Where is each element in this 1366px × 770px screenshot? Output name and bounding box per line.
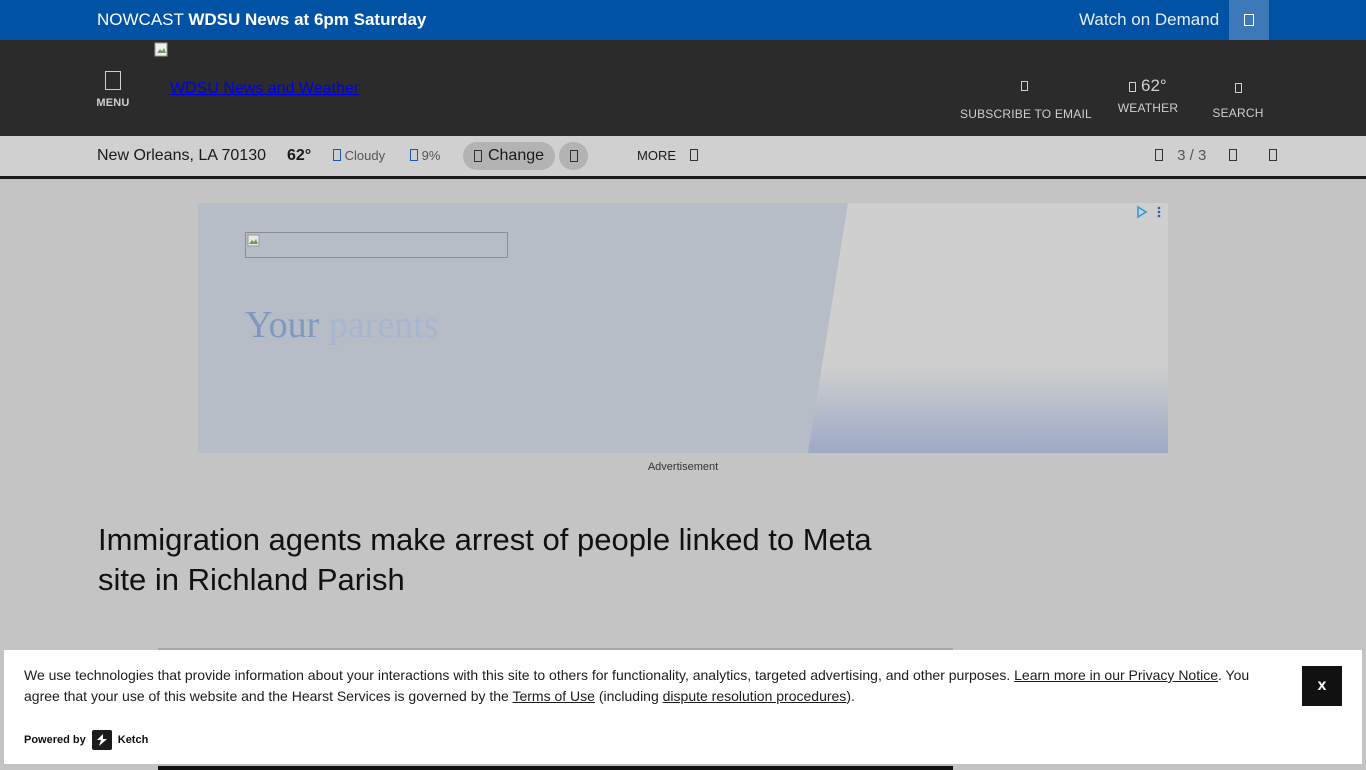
watch-on-demand-link[interactable]: Watch on Demand [1079, 10, 1219, 30]
change-label: Change [487, 147, 545, 164]
adchoices-icon[interactable] [1136, 205, 1164, 219]
advertisement-banner[interactable]: Your parents [198, 203, 1168, 453]
watch-on-demand-button[interactable] [1229, 0, 1269, 40]
nowcast-title[interactable]: NOWCAST WDSU News at 6pm Saturday [97, 10, 426, 30]
search-label: SEARCH [1212, 106, 1264, 120]
weather-condition-text: Cloudy [344, 148, 386, 163]
subscribe-email-button[interactable]: SUBSCRIBE TO EMAIL [960, 77, 1092, 121]
nowcast-prefix: NOWCAST [97, 10, 184, 29]
cloud-icon [1129, 81, 1137, 92]
geolocate-button[interactable] [559, 142, 588, 170]
ad-headline: Your parents [245, 303, 439, 347]
cookie-text-part-1: We use technologies that provide informa… [24, 667, 1015, 683]
ad-headline-word-2: parents [328, 304, 439, 346]
chevron-left-icon[interactable] [1155, 149, 1163, 161]
video-frame-edge [158, 766, 953, 770]
alerts-pager: 3 / 3 [1155, 147, 1277, 164]
weather-condition: Cloudy [333, 148, 385, 163]
nowcast-program: WDSU News at 6pm Saturday [188, 10, 427, 29]
cloud-icon [333, 149, 341, 161]
chevron-right-icon[interactable] [1228, 149, 1237, 161]
cookie-consent-banner: We use technologies that provide informa… [4, 650, 1362, 764]
cookie-close-button[interactable]: x [1302, 666, 1342, 706]
location-pin-icon [473, 150, 482, 162]
weather-temp: 62° [287, 147, 312, 164]
weather-location: New Orleans, LA 70130 [97, 147, 266, 164]
terms-of-use-link[interactable]: Terms of Use [512, 688, 594, 704]
more-label: MORE [637, 148, 676, 163]
menu-label: MENU [96, 97, 130, 109]
ad-headline-word-1: Your [245, 304, 320, 346]
menu-icon [105, 71, 121, 90]
ad-image-panel [808, 203, 1168, 453]
weather-button[interactable]: 62° WEATHER [1116, 76, 1180, 115]
ketch-logo-icon [91, 730, 112, 750]
chevron-down-icon [689, 149, 698, 161]
subscribe-label: SUBSCRIBE TO EMAIL [960, 107, 1092, 121]
ketch-brand: Ketch [117, 734, 149, 746]
site-logo-link[interactable]: WDSU News and Weather [170, 80, 359, 98]
advertisement-label: Advertisement [647, 461, 719, 473]
weather-precip-text: 9% [421, 148, 441, 163]
broken-image-icon [247, 234, 260, 247]
cookie-text-part-3: (including [594, 688, 663, 704]
close-alerts-icon[interactable] [1268, 149, 1277, 161]
menu-button[interactable]: MENU [96, 71, 130, 109]
ad-broken-image [245, 232, 508, 258]
article-headline: Immigration agents make arrest of people… [98, 522, 872, 597]
envelope-icon [1020, 80, 1028, 91]
powered-by-ketch[interactable]: Powered by Ketch [24, 730, 148, 750]
crosshair-icon [569, 150, 578, 162]
nowcast-bar: NOWCAST WDSU News at 6pm Saturday Watch … [0, 0, 1366, 40]
raindrop-icon [410, 149, 418, 161]
search-button[interactable]: SEARCH [1210, 79, 1266, 120]
search-icon [1234, 82, 1242, 93]
cookie-text-part-4: ). [846, 688, 855, 704]
privacy-notice-link[interactable]: Learn more in our Privacy Notice [1014, 667, 1218, 683]
header-weather-temp: 62° [1141, 76, 1167, 95]
dispute-resolution-link[interactable]: dispute resolution procedures [663, 688, 847, 704]
site-header: MENU WDSU News and Weather SUBSCRIBE TO … [0, 40, 1366, 136]
cookie-consent-text: We use technologies that provide informa… [24, 665, 1286, 707]
weather-bar: New Orleans, LA 70130 62° Cloudy 9% MORE… [0, 136, 1366, 179]
broken-image-icon [154, 42, 168, 57]
live-tv-icon [1244, 14, 1254, 26]
powered-by-label: Powered by [24, 734, 86, 746]
more-weather-button[interactable]: MORE [637, 148, 698, 163]
alerts-count: 3 / 3 [1177, 147, 1207, 164]
weather-precip: 9% [410, 148, 440, 163]
weather-label: WEATHER [1117, 101, 1179, 115]
change-location-button[interactable]: Change [463, 142, 555, 170]
